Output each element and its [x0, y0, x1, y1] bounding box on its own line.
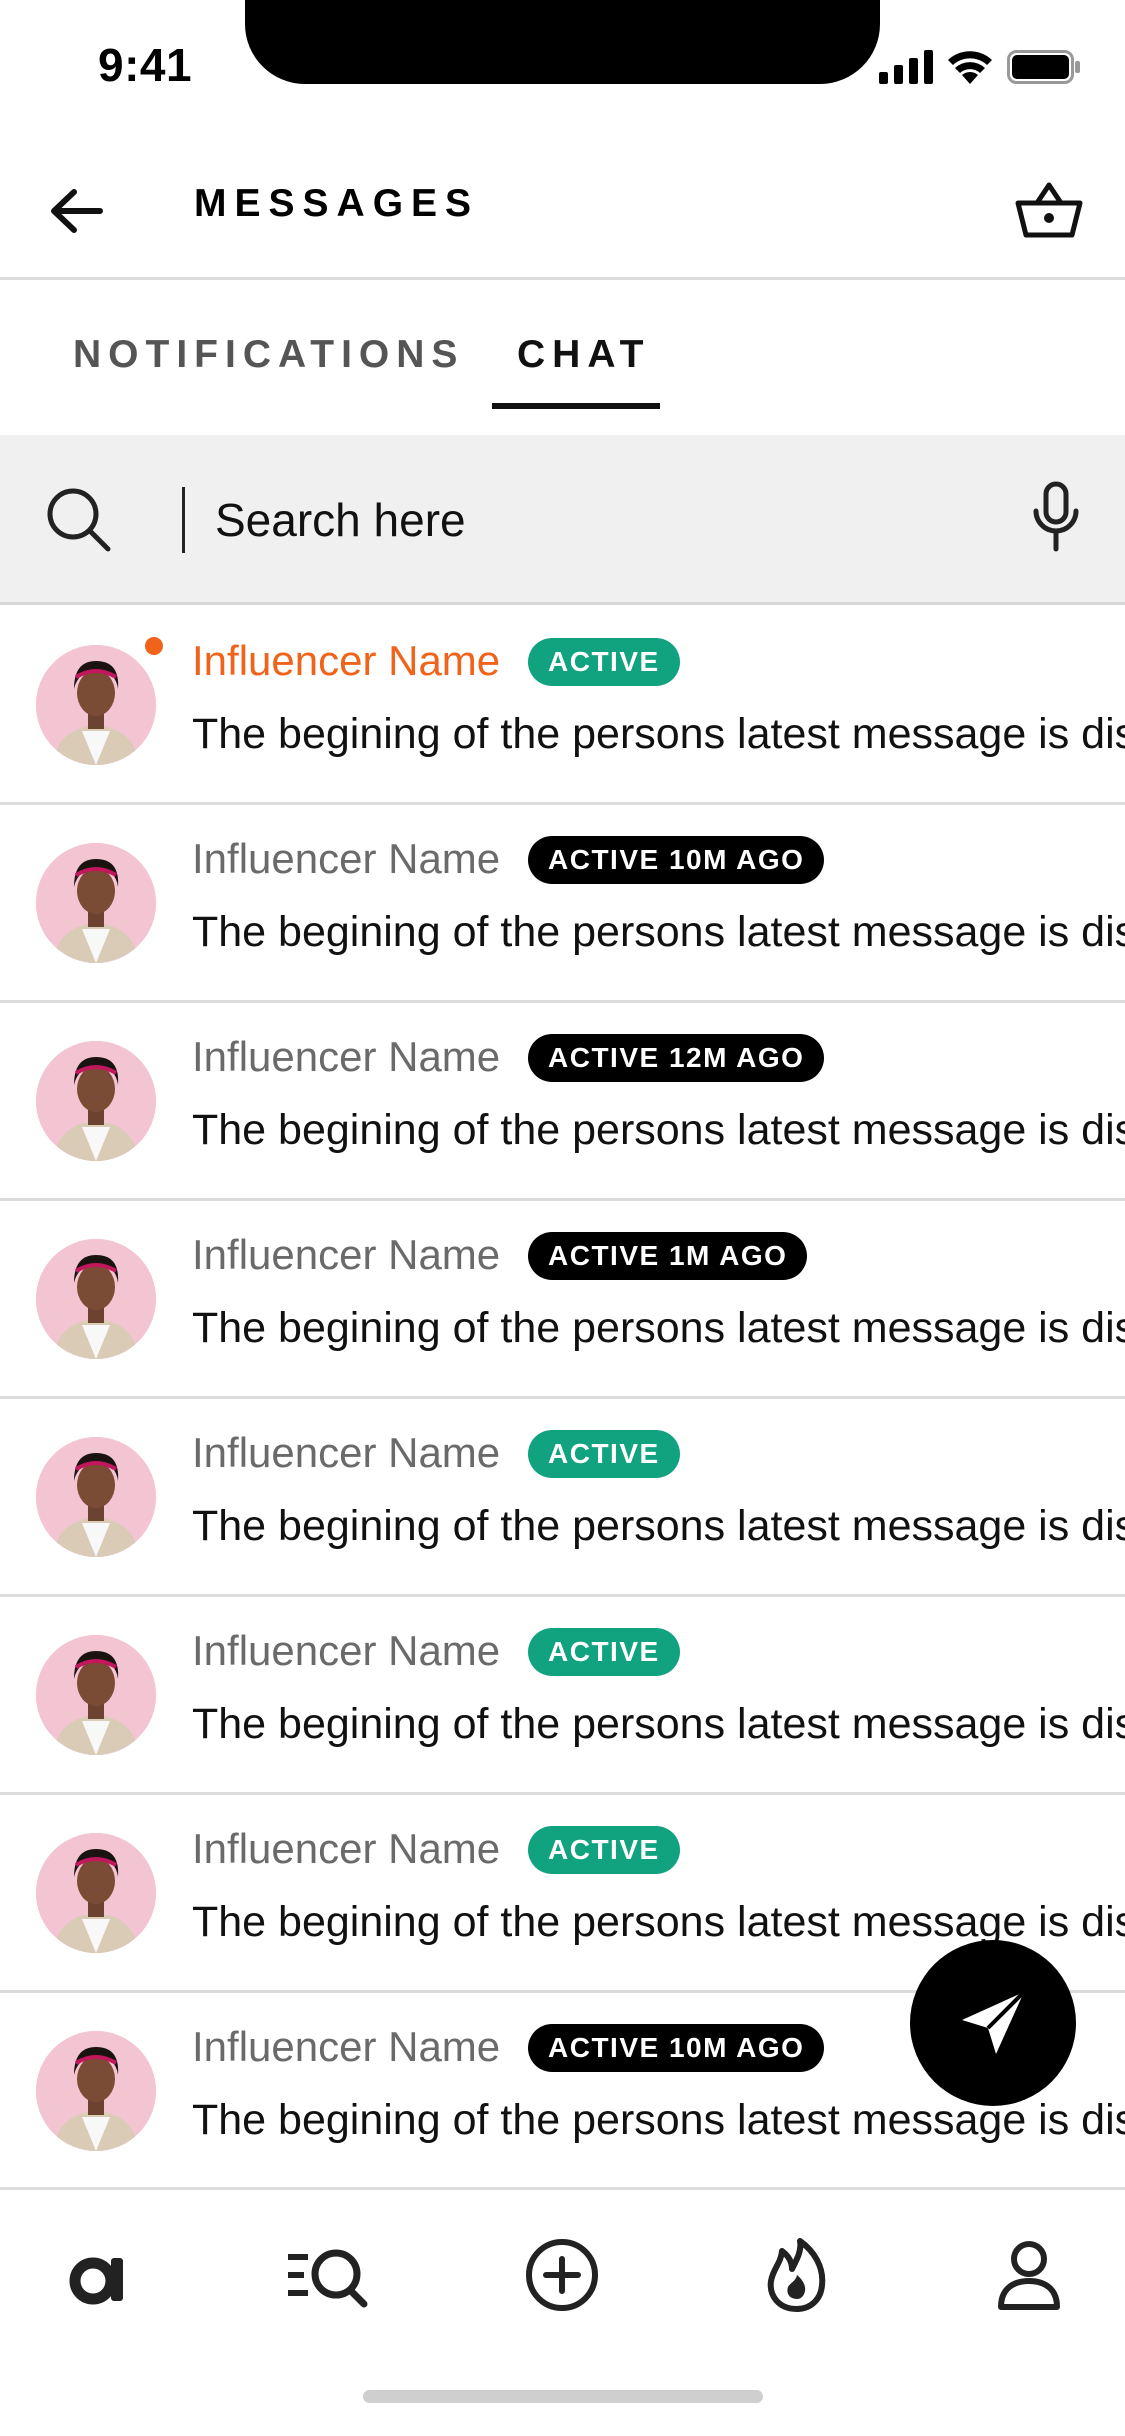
basket-icon [1015, 182, 1083, 238]
conversation-name: Influencer Name [192, 1033, 501, 1080]
basket-button[interactable] [1009, 170, 1089, 250]
conversation-row[interactable]: Influencer Name ACTIVE The begining of t… [0, 607, 1125, 805]
nav-trending[interactable] [752, 2230, 842, 2320]
status-badge: ACTIVE [528, 1826, 680, 1874]
avatar [36, 843, 156, 963]
app-header: MESSAGES [0, 140, 1125, 280]
back-button[interactable] [40, 175, 112, 247]
conversation-name: Influencer Name [192, 1231, 501, 1278]
status-badge: ACTIVE [528, 1628, 680, 1676]
message-preview: The begining of the persons latest messa… [192, 1304, 1125, 1352]
avatar [36, 2031, 156, 2151]
conversation-name: Influencer Name [192, 1429, 501, 1476]
nav-profile[interactable] [984, 2230, 1074, 2320]
search-input[interactable] [182, 487, 962, 553]
avatar [36, 1041, 156, 1161]
conversation-name: Influencer Name [192, 835, 501, 882]
conversation-row[interactable]: Influencer Name ACTIVE 10M AGO The begin… [0, 805, 1125, 1003]
avatar [36, 1635, 156, 1755]
conversation-name: Influencer Name [192, 1627, 501, 1674]
active-tab-indicator [492, 403, 660, 409]
battery-icon [1007, 50, 1080, 84]
arrow-left-icon [51, 189, 103, 233]
conversation-name: Influencer Name [192, 1825, 501, 1872]
avatar [36, 645, 156, 765]
conversation-row[interactable]: Influencer Name ACTIVE The begining of t… [0, 1597, 1125, 1795]
status-badge: ACTIVE 12M AGO [528, 1034, 825, 1082]
search-icon[interactable] [44, 485, 114, 555]
device-notch [245, 0, 880, 84]
status-badge: ACTIVE [528, 638, 680, 686]
nav-search[interactable] [282, 2230, 372, 2320]
conversation-row[interactable]: Influencer Name ACTIVE 12M AGO The begin… [0, 1003, 1125, 1201]
flame-icon [767, 2238, 826, 2312]
conversation-row[interactable]: Influencer Name ACTIVE 1M AGO The begini… [0, 1201, 1125, 1399]
message-preview: The begining of the persons latest messa… [192, 1106, 1125, 1154]
status-badge: ACTIVE [528, 1430, 680, 1478]
message-preview: The begining of the persons latest messa… [192, 1502, 1125, 1550]
tab-bar: NOTIFICATIONS CHAT [0, 283, 1125, 435]
avatar [36, 1833, 156, 1953]
home-indicator[interactable] [363, 2390, 763, 2403]
microphone-icon[interactable] [1031, 481, 1081, 553]
search-bar [0, 435, 1125, 605]
send-icon [962, 1990, 1026, 2054]
nav-create[interactable] [517, 2230, 607, 2320]
message-preview: The begining of the persons latest messa… [192, 710, 1125, 758]
brand-a-icon [69, 2257, 123, 2305]
page-title: MESSAGES [194, 182, 480, 225]
avatar [36, 1239, 156, 1359]
conversation-name: Influencer Name [192, 637, 501, 684]
wifi-icon [948, 51, 992, 84]
cellular-signal-icon [879, 50, 933, 84]
profile-icon [998, 2241, 1060, 2310]
new-message-button[interactable] [910, 1940, 1076, 2106]
status-badge: ACTIVE 10M AGO [528, 836, 825, 884]
conversation-name: Influencer Name [192, 2023, 501, 2070]
nav-home[interactable] [52, 2230, 142, 2320]
avatar [36, 1437, 156, 1557]
status-bar: 9:41 [0, 0, 1125, 140]
unread-indicator [145, 637, 163, 655]
message-preview: The begining of the persons latest messa… [192, 908, 1125, 956]
conversation-row[interactable]: Influencer Name ACTIVE The begining of t… [0, 1399, 1125, 1597]
search-list-icon [288, 2249, 368, 2308]
tab-notifications[interactable]: NOTIFICATIONS [73, 333, 464, 377]
tab-chat[interactable]: CHAT [517, 333, 650, 377]
status-time: 9:41 [98, 39, 193, 91]
status-icons [879, 50, 1081, 84]
status-badge: ACTIVE 10M AGO [528, 2024, 825, 2072]
status-badge: ACTIVE 1M AGO [528, 1232, 808, 1280]
message-preview: The begining of the persons latest messa… [192, 1700, 1125, 1748]
add-circle-icon [526, 2239, 598, 2311]
